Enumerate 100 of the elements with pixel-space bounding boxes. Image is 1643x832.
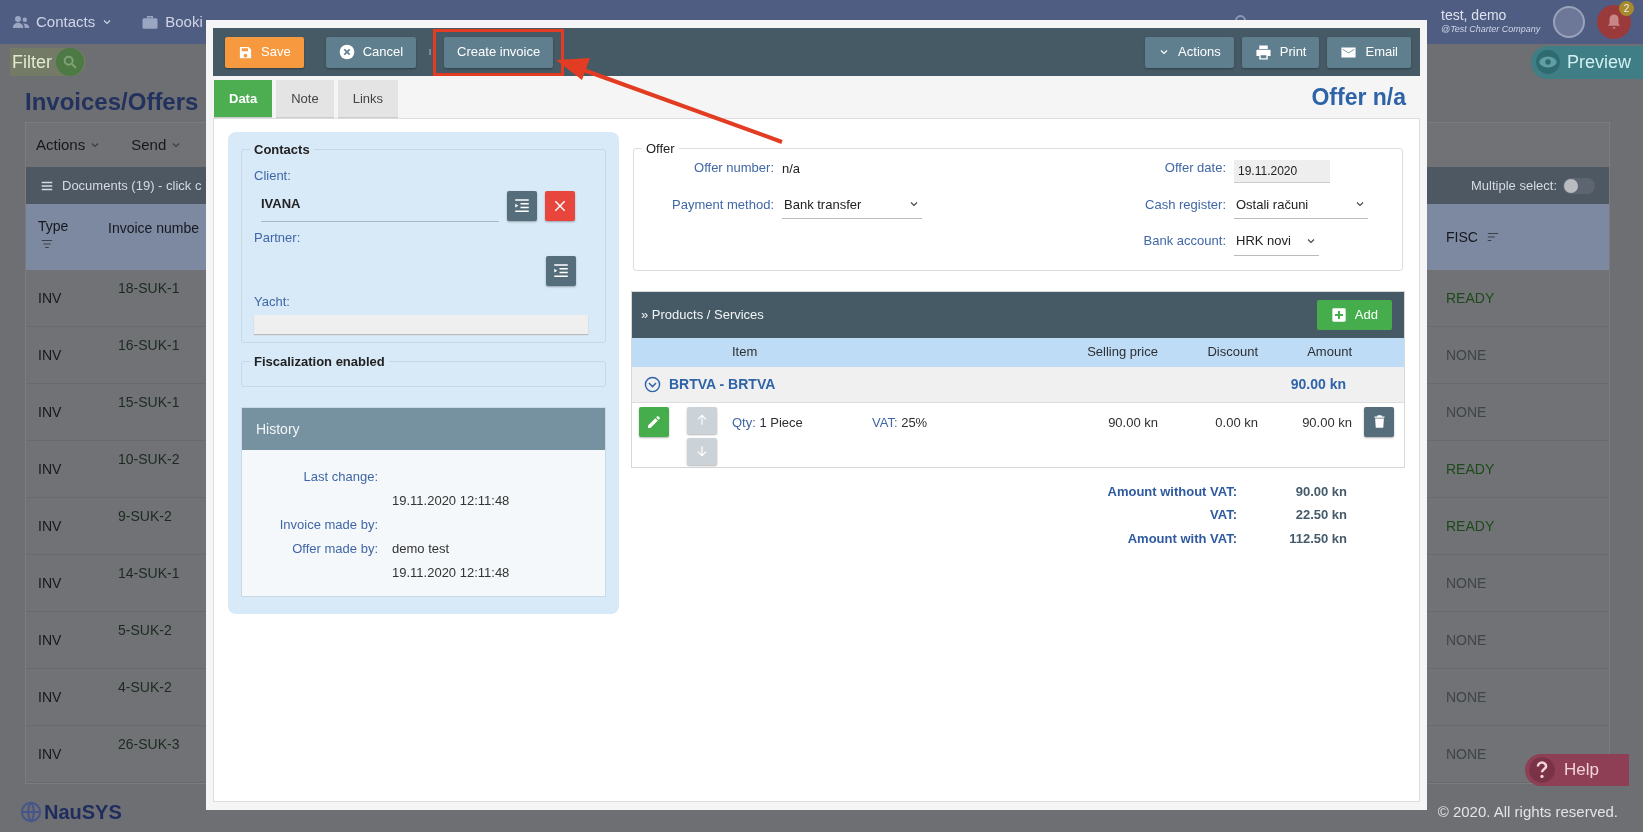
dropdown-value: HRK novi [1236,232,1291,250]
floppy-icon [238,44,253,60]
section-heading: Contacts [253,143,311,156]
table-cell-text: INV [38,459,63,479]
edit-button[interactable] [639,406,669,437]
arrow-down-icon [695,444,709,458]
field-label: Yacht: [254,292,291,311]
group-name[interactable]: BRTVA - BRTVA [669,373,776,395]
field-value: 19.11.2020 12:11:48 [392,492,511,510]
total-label: VAT: [1209,506,1237,524]
briefcase-icon [141,13,160,31]
price-cell-text: 90.00 kn [1107,413,1158,432]
total-value: 90.00 kn [1294,482,1347,501]
amount-cell-text: 90.00 kn [1301,413,1352,432]
client-field[interactable]: IVANA [261,189,499,222]
list-indent-icon [513,196,531,215]
tab[interactable]: Note [276,80,334,118]
printer-icon [1254,43,1272,61]
table-cell-text: 15-SUK-1 [118,393,180,412]
toolbar-button[interactable]: Email [1327,36,1411,68]
total-value: 22.50 kn [1294,506,1347,524]
date-field[interactable]: 19.11.2020 [1234,159,1330,183]
toggle-switch[interactable] [1563,177,1595,194]
page-title: Invoices/Offers [25,87,199,117]
panel-title: Documents (19) - click c [62,176,202,195]
dropdown-field[interactable]: Bank transfer [782,190,922,219]
help-label: Help [1564,759,1599,782]
section-heading: Offer [645,142,676,155]
dropdown-value: Bank transfer [784,195,862,214]
toolbar-button[interactable]: Print [1241,36,1320,68]
quantity-text: 1 Piece [759,414,803,430]
field-label: Invoice made by: [278,516,378,534]
table-cell-text: INV [38,345,63,365]
toolbar-button[interactable]: Cancel [325,36,417,68]
list-button[interactable] [546,255,576,286]
column-header[interactable]: Type [38,216,108,237]
avatar[interactable] [1553,6,1585,38]
copyright-text: © 2020. All rights reserved. [1437,801,1618,822]
table-cell-text: INV [38,744,63,764]
status-text: READY [1446,459,1495,479]
panel-title: History [242,408,605,450]
field-label: Client: [254,167,292,185]
status-text: READY [1446,516,1495,536]
vat-text: 25% [901,414,928,430]
preview-button[interactable]: Preview [1530,45,1643,79]
filter-label: Filter [11,50,52,74]
filter-button[interactable]: Filter [10,48,86,76]
panel-title: » Products / Services [641,305,764,324]
people-icon [12,13,30,31]
toolbar-button[interactable]: Create invoice [444,36,554,68]
pencil-icon [646,413,662,430]
nav-link[interactable]: Contacts [36,10,96,34]
table-cell-text: INV [38,288,63,308]
discount-cell-text: 0.00 kn [1214,413,1258,432]
nav-link[interactable]: Booki [165,10,203,34]
add-button[interactable]: Add [1316,299,1392,330]
table-cell-text: 26-SUK-3 [118,735,180,754]
delete-button[interactable] [1364,406,1394,437]
eye-icon [1534,49,1561,75]
dropdown-field[interactable]: HRK novi [1234,227,1319,256]
close-icon [553,198,567,213]
list-button[interactable] [507,190,537,221]
field-label: Offer date: [1163,159,1226,177]
table-cell-text: INV [38,402,63,422]
tab[interactable]: Links [337,80,398,118]
close-icon [338,44,355,60]
arrow-up-icon [695,413,709,427]
table-cell-text: INV [38,573,63,593]
column-header: Item [732,343,759,362]
field-label: Last change: [302,468,378,486]
field-value: n/a [782,160,802,178]
total-label: Amount with VAT: [1126,529,1237,548]
menu-link[interactable]: Send [131,133,167,157]
column-header[interactable]: FISC [1446,226,1478,248]
section-heading: Fiscalization enabled [253,355,386,368]
dialog-title: Offer n/a [1311,82,1406,112]
column-header: Selling price [1086,343,1158,362]
field-value: 19.11.2020 12:11:48 [392,564,511,582]
field-label: Cash register: [1144,195,1226,214]
column-header: Discount [1206,343,1258,362]
menu-link[interactable]: Actions [36,133,86,157]
table-cell-text: INV [38,687,63,707]
table-cell-text: 10-SUK-2 [118,450,180,469]
tab[interactable]: Data [214,80,273,118]
table-cell-text: 4-SUK-2 [118,678,172,697]
group-amount: 90.00 kn [1290,374,1346,394]
table-cell-text: INV [38,516,63,536]
help-button[interactable]: Help [1525,754,1629,786]
collapse-icon[interactable] [644,375,661,393]
column-header[interactable]: Invoice numbe [108,216,200,270]
table-cell-text: 9-SUK-2 [118,507,172,526]
field-label: Bank account: [1142,232,1226,250]
plus-icon [1330,306,1347,323]
question-icon [1528,756,1556,784]
toolbar-button[interactable]: Actions [1145,36,1234,68]
yacht-field[interactable] [254,315,588,334]
remove-button[interactable] [545,190,575,221]
company-name: @Test Charter Company [1441,22,1542,36]
dropdown-field[interactable]: Ostali računi [1234,190,1368,219]
table-cell-text: 5-SUK-2 [118,621,172,640]
